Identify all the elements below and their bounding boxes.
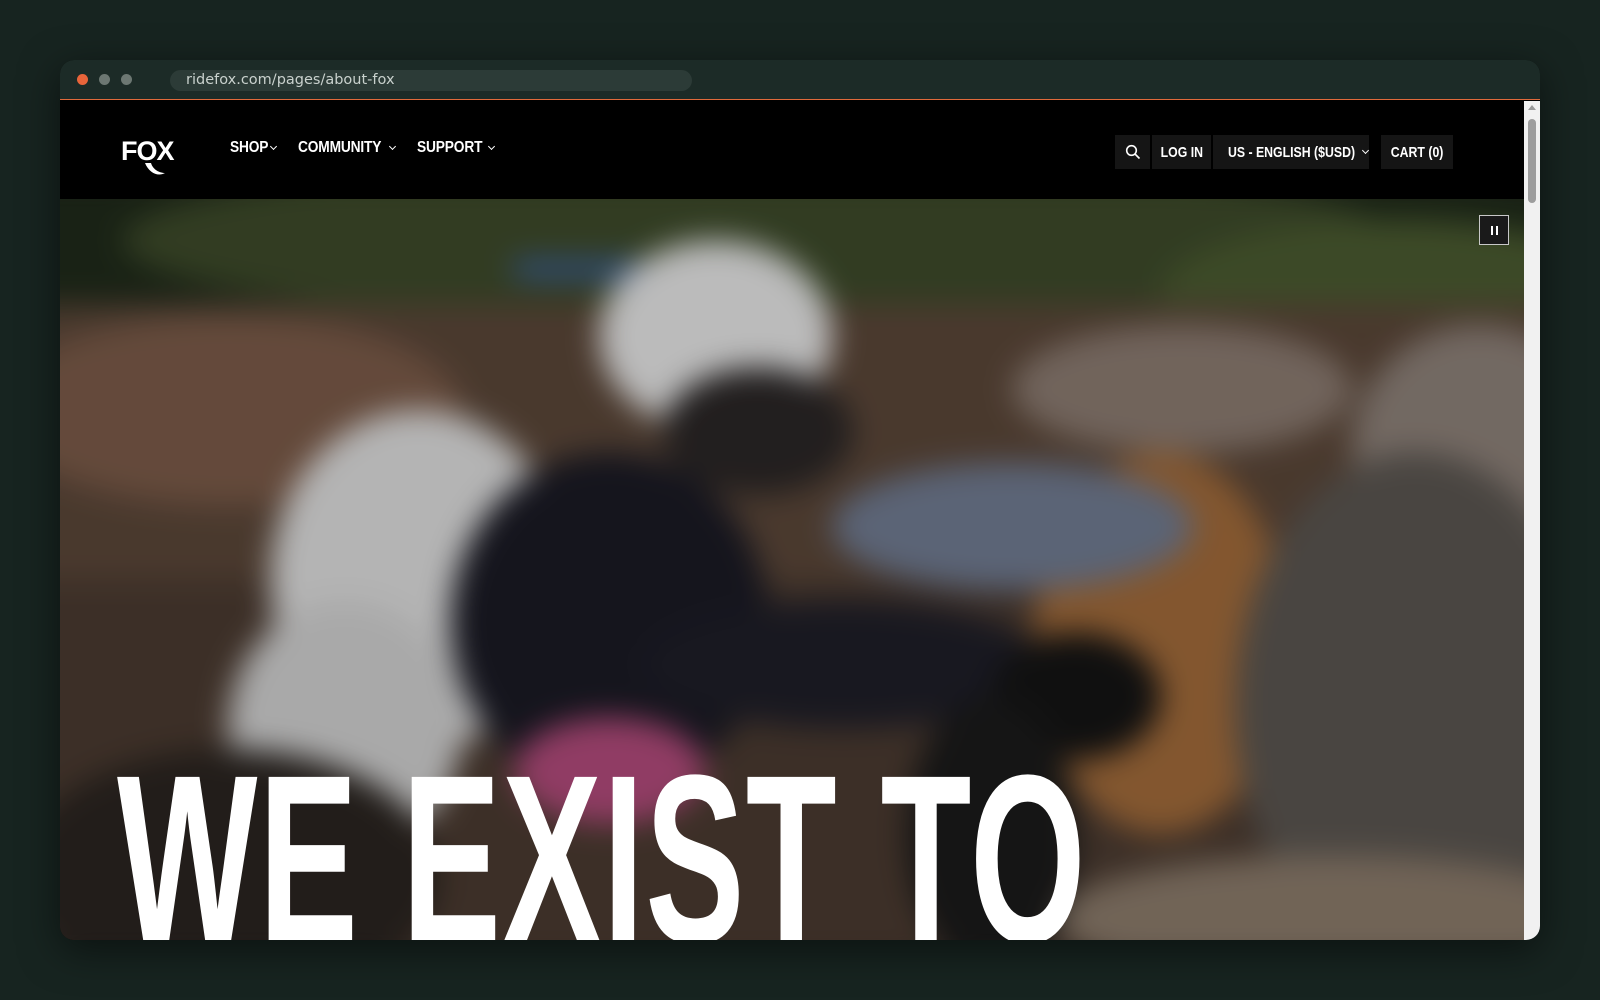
search-button[interactable] xyxy=(1115,135,1150,169)
browser-chrome: ridefox.com/pages/about-fox xyxy=(60,60,1540,100)
cart-label: CART (0) xyxy=(1390,143,1444,161)
scroll-up-arrow-icon[interactable] xyxy=(1528,105,1536,110)
maximize-window-button[interactable] xyxy=(121,74,132,85)
nav-community[interactable]: COMMUNITY xyxy=(297,137,397,159)
nav-shop[interactable]: SHOP xyxy=(230,137,277,159)
pause-icon xyxy=(1496,226,1498,235)
browser-window: ridefox.com/pages/about-fox FOX SHOP COM… xyxy=(60,60,1540,940)
hero-video: WE EXIST TO xyxy=(60,199,1524,940)
main-nav: SHOP COMMUNITY SUPPORT xyxy=(230,137,516,159)
nav-shop-label: SHOP xyxy=(230,139,269,156)
close-window-button[interactable] xyxy=(77,74,88,85)
web-page: FOX SHOP COMMUNITY SUPPORT LOG IN US - E… xyxy=(60,101,1524,940)
chevron-down-icon xyxy=(1361,146,1370,155)
pause-icon xyxy=(1491,226,1493,235)
nav-support[interactable]: SUPPORT xyxy=(417,137,496,159)
fox-logo-text: FOX xyxy=(121,136,174,166)
scrollbar-thumb[interactable] xyxy=(1528,119,1536,203)
login-button[interactable]: LOG IN xyxy=(1152,135,1211,169)
chevron-down-icon xyxy=(269,142,277,151)
login-label: LOG IN xyxy=(1160,143,1203,161)
site-header: FOX SHOP COMMUNITY SUPPORT LOG IN US - E… xyxy=(60,101,1524,199)
cart-button[interactable]: CART (0) xyxy=(1381,135,1453,169)
nav-support-label: SUPPORT xyxy=(417,139,483,156)
minimize-window-button[interactable] xyxy=(99,74,110,85)
search-icon xyxy=(1125,144,1140,160)
hero-headline: WE EXIST TO xyxy=(117,725,1087,940)
nav-community-label: COMMUNITY xyxy=(297,139,381,156)
page-scrollbar[interactable] xyxy=(1524,101,1540,940)
fox-logo[interactable]: FOX xyxy=(120,135,186,177)
address-bar[interactable]: ridefox.com/pages/about-fox xyxy=(170,70,692,91)
chevron-down-icon xyxy=(488,142,496,151)
chevron-down-icon xyxy=(389,142,397,151)
locale-label: US - ENGLISH ($USD) xyxy=(1227,143,1356,161)
locale-selector[interactable]: US - ENGLISH ($USD) xyxy=(1213,135,1370,169)
pause-video-button[interactable] xyxy=(1479,215,1509,245)
